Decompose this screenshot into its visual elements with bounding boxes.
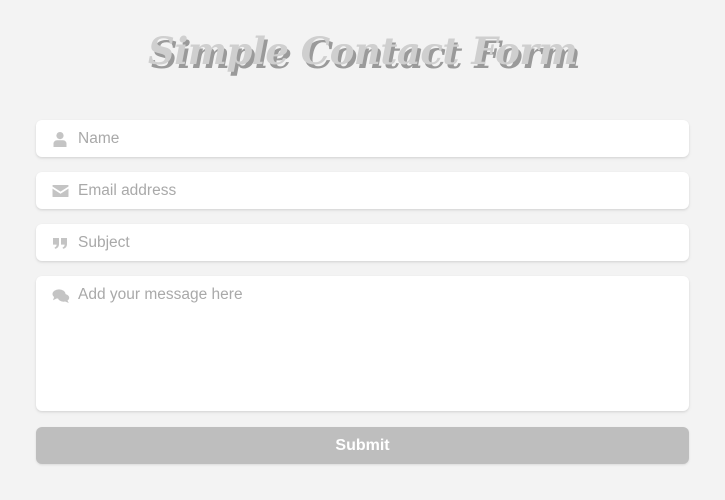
quote-icon	[52, 235, 68, 251]
subject-field-container	[36, 224, 689, 261]
message-textarea[interactable]	[78, 285, 677, 403]
subject-input[interactable]	[78, 224, 677, 261]
envelope-icon	[52, 183, 69, 199]
email-input[interactable]	[78, 172, 677, 209]
name-field-container	[36, 120, 689, 157]
user-icon	[52, 131, 68, 147]
message-field-container	[36, 276, 689, 411]
submit-button[interactable]: Submit	[36, 427, 689, 464]
page-title: Simple Contact Form	[148, 29, 577, 73]
comments-icon	[52, 288, 70, 304]
email-field-container	[36, 172, 689, 209]
name-input[interactable]	[78, 120, 677, 157]
